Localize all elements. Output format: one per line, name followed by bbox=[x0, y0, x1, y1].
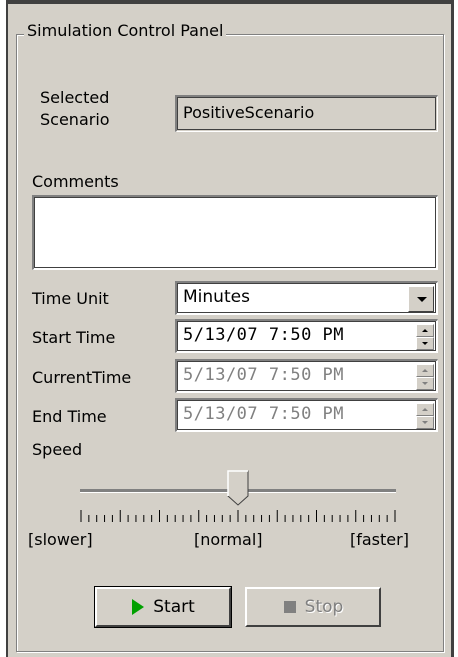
time-unit-label: Time Unit bbox=[32, 289, 109, 308]
start-time-label: Start Time bbox=[32, 328, 116, 347]
end-time-spinner bbox=[416, 403, 434, 429]
scenario-label-line1: Selected bbox=[40, 88, 110, 107]
spin-up-icon[interactable] bbox=[416, 324, 434, 337]
time-unit-combobox[interactable]: Minutes bbox=[175, 281, 438, 315]
speed-normal-label: [normal] bbox=[194, 530, 263, 549]
selected-scenario-field: PositiveScenario bbox=[175, 95, 438, 132]
speed-faster-label: [faster] bbox=[350, 530, 409, 549]
start-button[interactable]: Start bbox=[94, 586, 232, 628]
start-button-label: Start bbox=[153, 597, 195, 617]
speed-slider-ticks bbox=[80, 510, 396, 522]
comments-textarea[interactable] bbox=[32, 195, 438, 270]
start-time-value: 5/13/07 7:50 PM bbox=[183, 325, 345, 345]
chevron-down-icon[interactable] bbox=[408, 286, 434, 312]
stop-button-label: Stop bbox=[304, 597, 344, 617]
stop-icon bbox=[283, 601, 296, 613]
spin-up-icon bbox=[416, 403, 434, 416]
speed-label: Speed bbox=[32, 440, 83, 459]
current-time-spinner bbox=[416, 364, 434, 390]
start-time-spinner[interactable] bbox=[416, 324, 434, 350]
end-time-value: 5/13/07 7:50 PM bbox=[183, 404, 345, 424]
time-unit-value: Minutes bbox=[183, 287, 250, 307]
current-time-label: CurrentTime bbox=[32, 368, 132, 387]
spin-down-icon bbox=[416, 377, 434, 390]
right-border bbox=[451, 0, 454, 657]
speed-slower-label: [slower] bbox=[28, 530, 93, 549]
speed-slider-thumb[interactable] bbox=[227, 470, 249, 506]
start-time-field[interactable]: 5/13/07 7:50 PM bbox=[175, 319, 438, 353]
scenario-label-line2: Scenario bbox=[40, 110, 110, 129]
spin-down-icon bbox=[416, 416, 434, 429]
spin-up-icon bbox=[416, 364, 434, 377]
spin-down-icon[interactable] bbox=[416, 337, 434, 350]
current-time-value: 5/13/07 7:50 PM bbox=[183, 365, 345, 385]
end-time-label: End Time bbox=[32, 407, 107, 426]
current-time-field: 5/13/07 7:50 PM bbox=[175, 359, 438, 393]
play-icon bbox=[132, 599, 145, 615]
panel-title: Simulation Control Panel bbox=[24, 21, 227, 40]
stop-button[interactable]: Stop bbox=[245, 587, 381, 627]
top-border bbox=[6, 0, 454, 4]
end-time-field: 5/13/07 7:50 PM bbox=[175, 398, 438, 432]
comments-label: Comments bbox=[32, 172, 119, 191]
